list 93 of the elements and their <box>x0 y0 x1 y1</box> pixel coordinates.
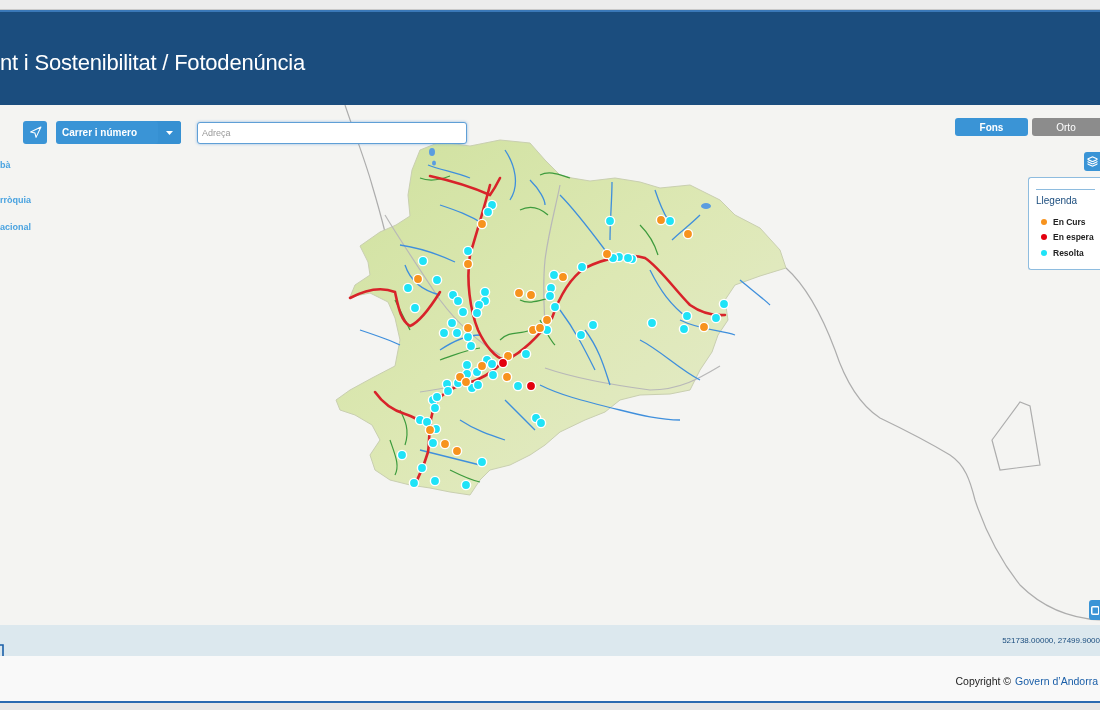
map-marker-icon[interactable] <box>534 322 546 334</box>
map-marker-icon[interactable] <box>525 380 537 392</box>
frame-icon <box>1091 605 1099 615</box>
map-marker-icon[interactable] <box>462 258 474 270</box>
map-marker-icon[interactable] <box>451 327 463 339</box>
map-marker-icon[interactable] <box>502 350 514 362</box>
footer-link[interactable]: Govern d’Andorra <box>1015 674 1098 687</box>
map-marker-icon[interactable] <box>408 477 420 489</box>
sidebar-link[interactable]: rròquia <box>0 195 31 206</box>
map-marker-icon[interactable] <box>601 248 613 260</box>
map-marker-icon[interactable] <box>710 312 722 324</box>
map-marker-icon[interactable] <box>549 301 561 313</box>
map-marker-icon[interactable] <box>698 321 710 333</box>
copyright-text: Copyright © <box>955 674 1012 687</box>
address-field[interactable]: Adreça <box>197 121 467 144</box>
legend-label: Resolta <box>1053 247 1084 258</box>
map-marker-icon[interactable] <box>439 438 451 450</box>
map-marker-icon[interactable] <box>622 252 634 264</box>
map-marker-icon[interactable] <box>512 380 524 392</box>
legend-title: Llegenda <box>1036 195 1079 206</box>
map-marker-icon[interactable] <box>412 273 424 285</box>
map-marker-icon[interactable] <box>497 357 509 369</box>
map-marker-icon[interactable] <box>462 322 474 334</box>
map-marker-icon[interactable] <box>587 319 599 331</box>
layers-button[interactable] <box>1084 152 1100 171</box>
map-marker-icon[interactable] <box>476 218 488 230</box>
map-marker-icon[interactable] <box>446 317 458 329</box>
map-marker-icon[interactable] <box>461 359 473 371</box>
map-marker-icon[interactable] <box>646 317 658 329</box>
map-marker-icon[interactable] <box>438 327 450 339</box>
legend-label: En espera <box>1053 232 1094 243</box>
map-marker-icon[interactable] <box>476 456 488 468</box>
map-marker-icon[interactable] <box>462 245 474 257</box>
navigation-arrow-icon <box>28 126 42 139</box>
map-marker-icon[interactable] <box>681 310 693 322</box>
map-marker-icon[interactable] <box>429 475 441 487</box>
legend-label: En Curs <box>1053 216 1086 227</box>
layers-icon <box>1086 156 1098 167</box>
sidebar-link[interactable]: bà <box>0 160 31 171</box>
map-marker-icon[interactable] <box>457 306 469 318</box>
map-marker-icon[interactable] <box>718 298 730 310</box>
page-title: nt i Sostenibilitat / Fotodenúncia <box>0 49 306 76</box>
map-marker-icon[interactable] <box>431 274 443 286</box>
map-marker-icon[interactable] <box>482 206 494 218</box>
map-marker-icon[interactable] <box>460 479 472 491</box>
map-marker-icon[interactable] <box>442 385 454 397</box>
map-marker-icon[interactable] <box>501 371 513 383</box>
map-marker-icon[interactable] <box>416 462 428 474</box>
map-marker-icon[interactable] <box>402 282 414 294</box>
map-marker-icon[interactable] <box>472 379 484 391</box>
sidebar-link[interactable]: acional <box>0 222 31 233</box>
map-marker-icon[interactable] <box>487 369 499 381</box>
map-marker-icon[interactable] <box>557 271 569 283</box>
map-marker-icon[interactable] <box>535 417 547 429</box>
map-marker-icon[interactable] <box>604 215 616 227</box>
map-marker-icon[interactable] <box>417 255 429 267</box>
map-marker-icon[interactable] <box>460 376 472 388</box>
map-marker-icon[interactable] <box>486 358 498 370</box>
map-marker-icon[interactable] <box>678 323 690 335</box>
basemap-tab[interactable]: Fons <box>955 118 1028 136</box>
map-marker-icon[interactable] <box>465 340 477 352</box>
map-marker-icon[interactable] <box>655 214 667 226</box>
map-marker-icon[interactable] <box>513 287 525 299</box>
map-marker-icon[interactable] <box>548 269 560 281</box>
map-marker-icon[interactable] <box>520 348 532 360</box>
map-marker-icon[interactable] <box>541 314 553 326</box>
map-marker-icon[interactable] <box>473 299 485 311</box>
map-marker-icon[interactable] <box>462 331 474 343</box>
map-marker-icon[interactable] <box>427 437 439 449</box>
map-marker-icon[interactable] <box>682 228 694 240</box>
caret-icon <box>166 130 173 135</box>
map-marker-icon[interactable] <box>471 307 483 319</box>
coordinates-text: 521738.00000, 27499.9000 <box>1002 635 1100 645</box>
map-marker-icon[interactable] <box>452 295 464 307</box>
map-marker-icon[interactable] <box>576 261 588 273</box>
scale-bar-icon <box>0 644 4 656</box>
map-marker-icon[interactable] <box>431 391 443 403</box>
search-mode-dropdown[interactable]: Carrer i número <box>56 121 181 144</box>
locate-button[interactable] <box>23 121 47 144</box>
map-marker-icon[interactable] <box>575 329 587 341</box>
basemap-tab[interactable]: Orto <box>1032 118 1100 136</box>
map-marker-icon[interactable] <box>476 360 488 372</box>
map-marker-icon[interactable] <box>421 416 433 428</box>
map-marker-icon[interactable] <box>525 289 537 301</box>
map-marker-icon[interactable] <box>396 449 408 461</box>
map-marker-icon[interactable] <box>664 215 676 227</box>
map-marker-icon[interactable] <box>429 402 441 414</box>
map-marker-icon[interactable] <box>451 445 463 457</box>
map-marker-icon[interactable] <box>479 286 491 298</box>
map-corner-button[interactable] <box>1089 600 1100 620</box>
map-marker-icon[interactable] <box>409 302 421 314</box>
map-marker-icon[interactable] <box>424 424 436 436</box>
map-marker-icon[interactable] <box>544 290 556 302</box>
